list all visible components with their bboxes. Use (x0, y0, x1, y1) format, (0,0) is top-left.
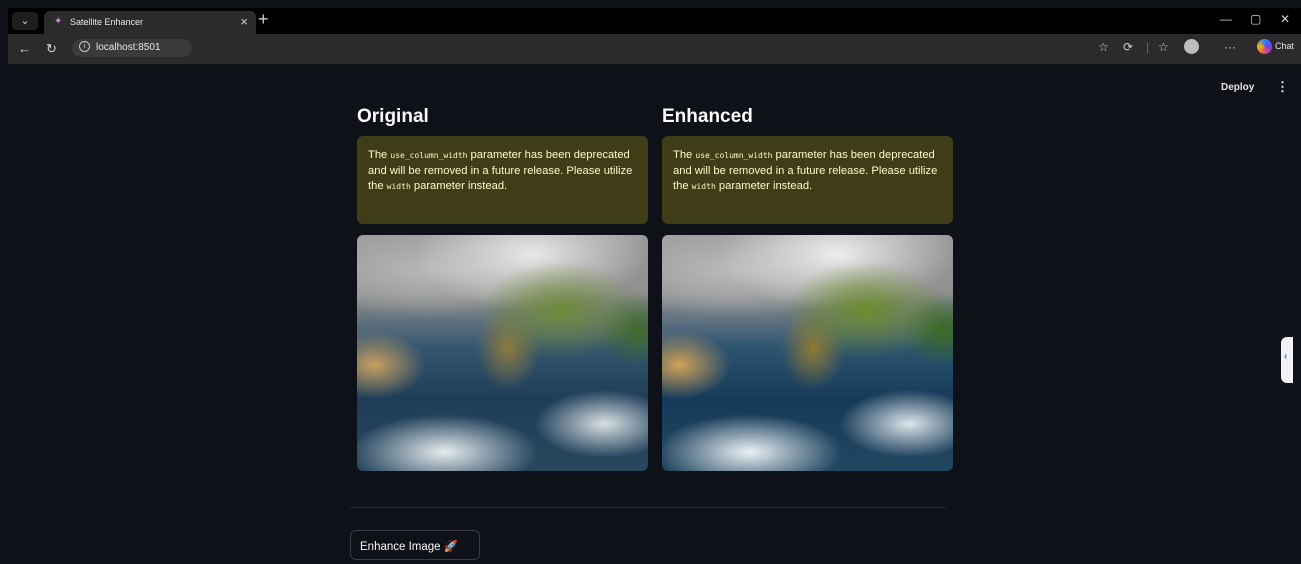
original-satellite-image[interactable] (357, 235, 648, 471)
warning-code: use_column_width (390, 151, 468, 160)
deprecation-warning: The use_column_width parameter has been … (662, 136, 953, 224)
tab-close-icon[interactable]: × (240, 14, 248, 29)
toolbar-separator: | (1146, 40, 1150, 54)
tab-satellite-enhancer[interactable]: ✦ Satellite Enhancer × (44, 11, 256, 34)
original-title: Original (357, 106, 429, 127)
deploy-button[interactable]: Deploy (1221, 82, 1254, 93)
back-arrow-icon[interactable]: ← (18, 41, 31, 56)
warning-code: width (386, 182, 411, 192)
enhanced-title: Enhanced (662, 106, 753, 127)
tab-bar: ⌄ ✦ Satellite Enhancer × + — ▢ ✕ (8, 8, 1301, 34)
warning-text: The (673, 149, 696, 161)
copilot-icon[interactable] (1257, 39, 1272, 54)
site-info-icon[interactable]: i (79, 41, 90, 52)
reload-icon[interactable]: ↻ (46, 41, 57, 57)
minimize-button[interactable]: — (1220, 12, 1232, 26)
enhance-image-button[interactable]: Enhance Image 🚀 (350, 530, 480, 560)
chat-label[interactable]: Chat (1275, 41, 1294, 51)
warning-text: parameter instead. (715, 180, 813, 193)
deprecation-warning: The use_column_width parameter has been … (357, 136, 648, 224)
tab-list-button[interactable]: ⌄ (12, 12, 38, 30)
browser-window: ⌄ ✦ Satellite Enhancer × + — ▢ ✕ ← ↻ i l… (8, 8, 1301, 564)
window-close-button[interactable]: ✕ (1280, 12, 1290, 26)
warning-code: width (691, 182, 716, 192)
profile-avatar[interactable] (1184, 39, 1199, 54)
url-text: localhost:8501 (96, 42, 161, 53)
divider (350, 507, 946, 508)
new-tab-button[interactable]: + (258, 9, 269, 30)
warning-text: parameter instead. (410, 180, 508, 193)
favorites-icon[interactable]: ☆ (1158, 40, 1169, 54)
sidebar-toggle[interactable]: ‹ (1281, 337, 1293, 383)
restore-button[interactable]: ▢ (1250, 12, 1261, 26)
more-options-icon[interactable]: ··· (1224, 40, 1236, 54)
streamlit-favicon-icon: ✦ (54, 16, 63, 27)
url-field[interactable]: i localhost:8501 (72, 39, 192, 57)
address-bar: ← ↻ i localhost:8501 ☆ ⟳ | ☆ ··· Chat (8, 34, 1301, 64)
enhanced-column: Enhanced The use_column_width parameter … (662, 104, 953, 471)
chevron-left-icon: ‹ (1284, 351, 1288, 362)
main-menu-icon[interactable]: ⋮ (1276, 79, 1289, 95)
tab-title: Satellite Enhancer (70, 17, 144, 27)
enhanced-satellite-image[interactable] (662, 235, 953, 471)
extensions-icon[interactable]: ⟳ (1123, 40, 1133, 54)
favorite-star-icon[interactable]: ☆ (1098, 40, 1109, 54)
warning-code: use_column_width (695, 151, 773, 160)
original-column: Original The use_column_width parameter … (357, 104, 648, 471)
warning-text: The (368, 149, 391, 161)
